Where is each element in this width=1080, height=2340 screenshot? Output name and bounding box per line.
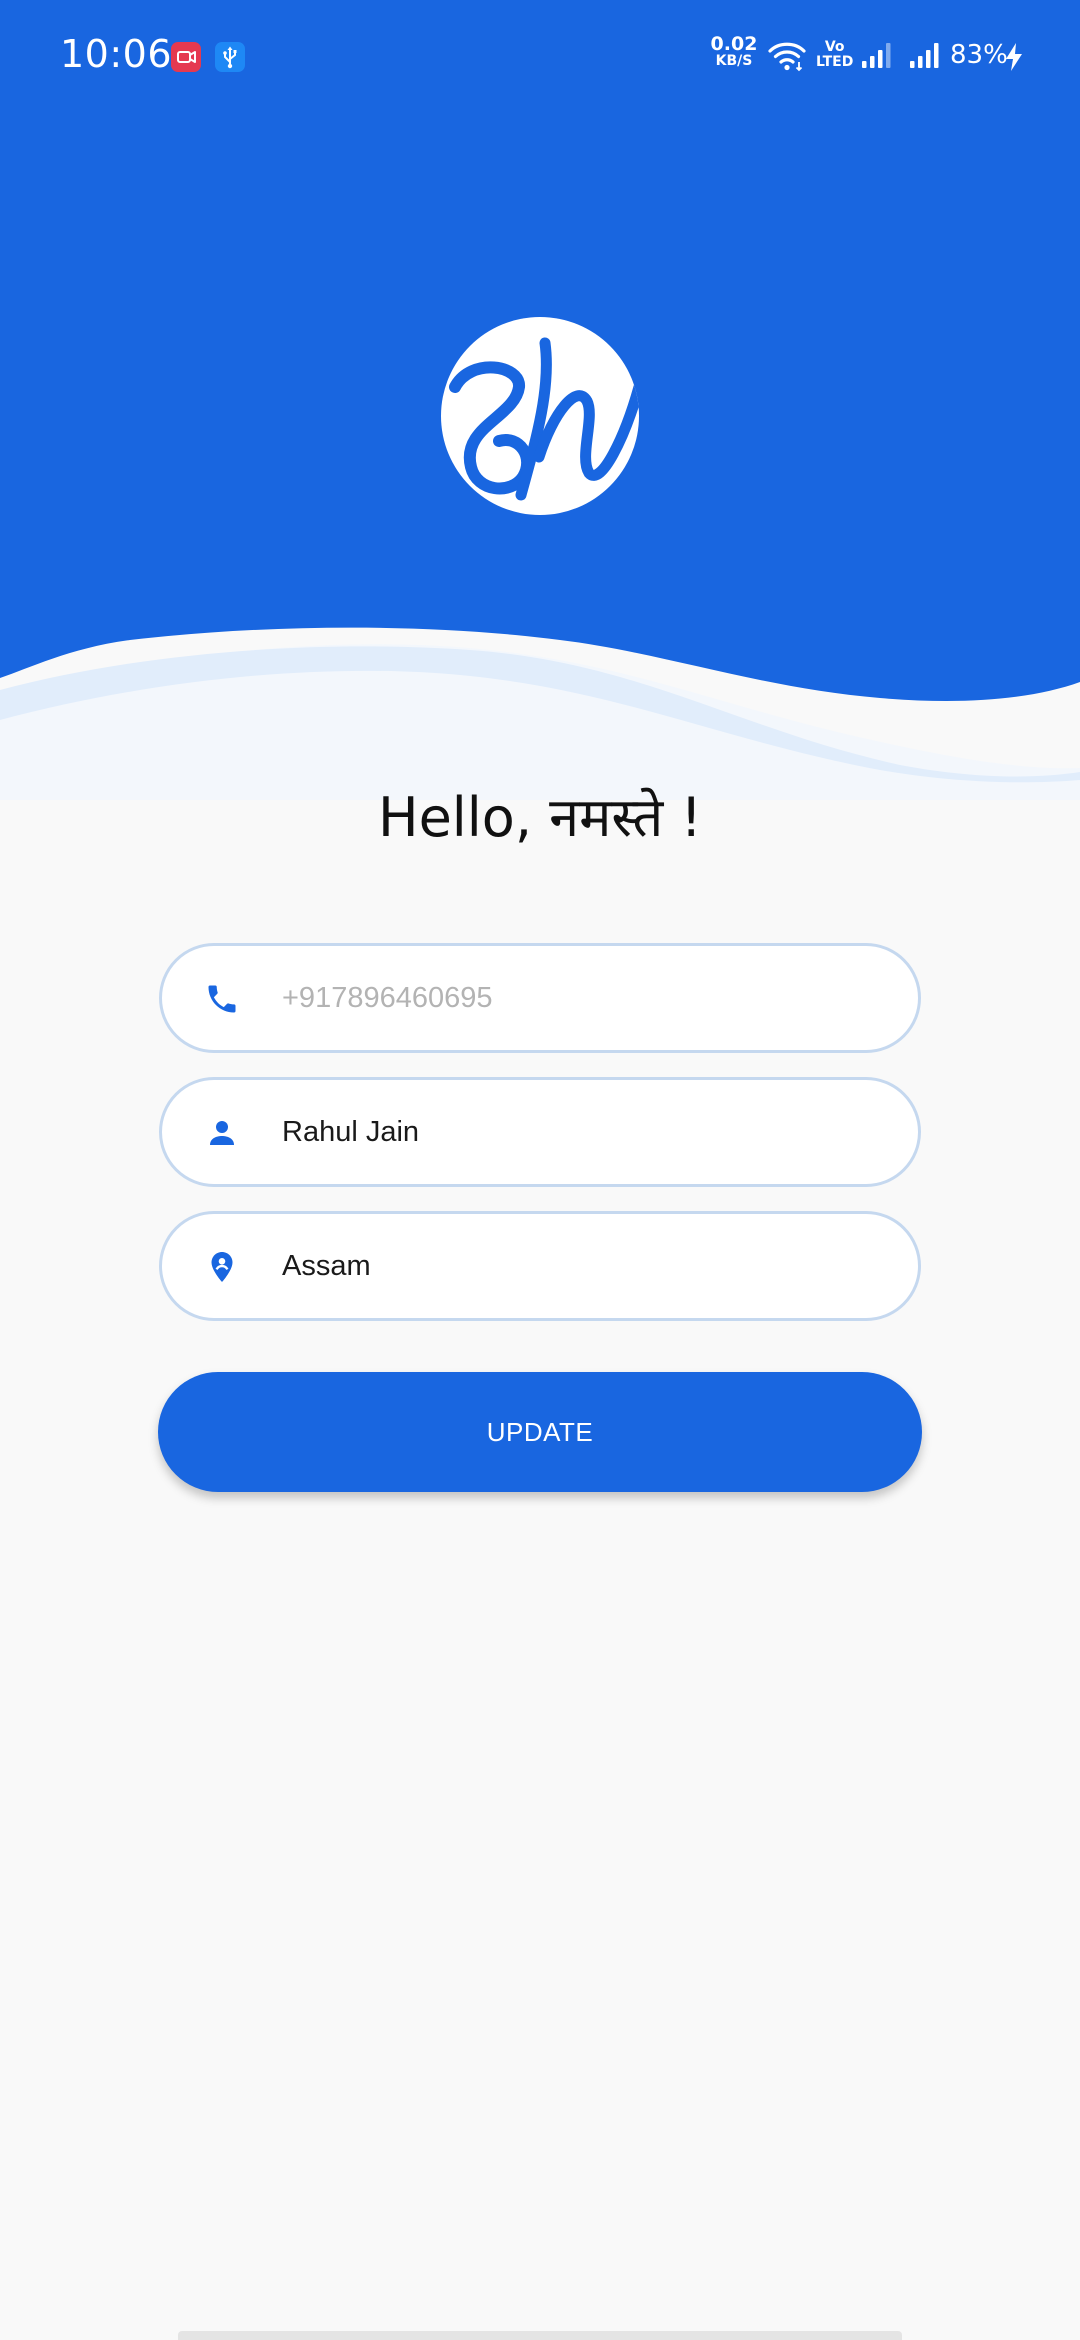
usb-icon (215, 42, 245, 72)
name-input[interactable] (282, 1080, 882, 1184)
battery-level: 83% (950, 40, 1008, 70)
state-input[interactable] (282, 1214, 882, 1318)
update-button[interactable]: UPDATE (158, 1372, 922, 1492)
network-speed-unit: KB/S (715, 53, 753, 69)
volte-top: Vo (824, 39, 845, 55)
phone-input[interactable] (282, 946, 882, 1050)
charging-icon (1004, 42, 1024, 76)
phone-field[interactable] (159, 943, 921, 1053)
volte-icon: Vo LTED (816, 40, 853, 70)
phone-icon (204, 981, 240, 1017)
name-field[interactable] (159, 1077, 921, 1187)
status-time: 10:06 (60, 32, 173, 76)
state-field[interactable] (159, 1211, 921, 1321)
network-speed-value: 0.02 (710, 33, 758, 55)
status-bar: 10:06 0.02 KB/S Vo LTED 83% (0, 0, 1080, 112)
sh-logo (441, 317, 639, 515)
person-icon (204, 1115, 240, 1151)
network-speed: 0.02 KB/S (710, 33, 758, 70)
signal-icon (908, 40, 944, 74)
greeting-title: Hello, नमस्ते ! (377, 786, 703, 849)
signal-icon (860, 40, 896, 74)
location-pin-icon (204, 1249, 240, 1285)
navigation-hint-bar (178, 2331, 902, 2340)
screen-recorder-icon (171, 42, 201, 72)
wifi-icon (768, 40, 806, 76)
volte-bottom: LTED (816, 54, 854, 70)
